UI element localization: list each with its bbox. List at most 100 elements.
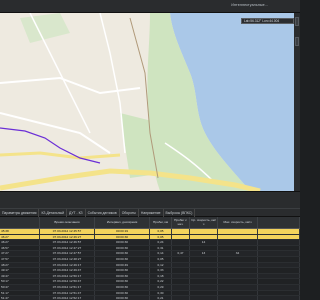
table-cell: 07.03.2012 12:52:17: [40, 296, 95, 300]
table-cell: [218, 245, 258, 251]
table-cell: 46:27: [0, 234, 40, 240]
table-cell: 07.03.2012 12:51:47: [40, 290, 95, 296]
column-header[interactable]: [258, 217, 300, 228]
table-cell: [190, 290, 218, 296]
table-cell: 00:00:19: [95, 229, 150, 234]
table-row[interactable]: 51:47 07.03.2012 12:52:17 00:00:30 0,21: [0, 296, 300, 300]
table-cell: [258, 268, 300, 273]
column-header[interactable]: Пробег с нач.: [172, 217, 190, 228]
table-header: Время окончания Интервал, дни:время Проб…: [0, 217, 300, 229]
table-cell: [190, 268, 218, 273]
table-cell: 07.03.2012 12:47:57: [40, 251, 95, 256]
table-cell: 0,14: [150, 251, 172, 256]
column-header[interactable]: Мах. скорость, км/ч: [218, 217, 258, 228]
window-title: Интеллектуальные...: [231, 3, 268, 7]
map-view[interactable]: [0, 13, 300, 191]
table-cell: [190, 296, 218, 300]
table-cell: [258, 284, 300, 290]
table-cell: 13: [190, 251, 218, 256]
table-cell: [172, 284, 190, 290]
table-cell: 00:00:30: [95, 268, 150, 273]
table-cell: 0,24: [150, 240, 172, 245]
table-cell: [172, 296, 190, 300]
table-cell: 0,05: [150, 229, 172, 234]
table-cell: 07.03.2012 12:45:57: [40, 229, 95, 234]
table-cell: [218, 296, 258, 300]
table-cell: 47:57: [0, 256, 40, 262]
tab-kz-detailed[interactable]: КЗ-Детальный: [39, 208, 67, 217]
map-canvas[interactable]: [0, 13, 300, 191]
table-cell: 00:00:49: [95, 262, 150, 268]
table-cell: [258, 240, 300, 245]
table-cell: 00:00:30: [95, 245, 150, 251]
tab-rpm[interactable]: Обороты: [120, 208, 139, 217]
table-cell: [218, 279, 258, 284]
table-cell: 50:47: [0, 284, 40, 290]
report-table: Время окончания Интервал, дни:время Проб…: [0, 217, 300, 300]
table-cell: [172, 273, 190, 279]
table-cell: [172, 268, 190, 273]
tab-emissions[interactable]: Выбросы (ВПКС): [164, 208, 196, 217]
table-cell: 07.03.2012 12:49:47: [40, 268, 95, 273]
tab-movement-params[interactable]: Параметры движения: [0, 208, 40, 217]
table-cell: 0,18: [150, 273, 172, 279]
column-header[interactable]: Интервал, дни:время: [95, 217, 150, 228]
tab-sensor-events[interactable]: События датчиков: [86, 208, 120, 217]
table-cell: [190, 256, 218, 262]
table-cell: [190, 262, 218, 268]
table-cell: [172, 229, 190, 234]
map-road: [0, 112, 111, 154]
column-header[interactable]: [0, 217, 40, 228]
table-cell: 00:00:30: [95, 240, 150, 245]
table-cell: 07.03.2012 12:51:17: [40, 284, 95, 290]
map-road: [0, 76, 141, 95]
table-cell: [218, 268, 258, 273]
tab-dut-kz[interactable]: ДУТ - КЗ: [67, 208, 86, 217]
table-cell: [218, 284, 258, 290]
table-cell: 00:00:30: [95, 290, 150, 296]
table-cell: 46:27: [0, 240, 40, 245]
table-cell: [258, 245, 300, 251]
table-cell: 0,31: [150, 245, 172, 251]
table-cell: 0,05: [150, 234, 172, 240]
column-header[interactable]: Пробег, км: [150, 217, 172, 228]
table-cell: [218, 240, 258, 245]
table-cell: [218, 229, 258, 234]
table-cell: [218, 234, 258, 240]
table-cell: [190, 273, 218, 279]
report-tabs: Параметры движения КЗ-Детальный ДУТ - КЗ…: [0, 208, 300, 217]
table-cell: 0,12: [150, 262, 172, 268]
table-cell: [172, 279, 190, 284]
table-cell: [190, 234, 218, 240]
tab-voltage[interactable]: Напряжение: [139, 208, 164, 217]
table-cell: 00:00:30: [95, 279, 150, 284]
column-header[interactable]: Ср. скорость, км/ч: [190, 217, 218, 228]
table-cell: 00:00:30: [95, 256, 150, 262]
table-cell: 48:27: [0, 262, 40, 268]
column-header[interactable]: Время окончания: [40, 217, 95, 228]
table-cell: 0,30: [150, 290, 172, 296]
table-cell: 00:00:30: [95, 251, 150, 256]
table-cell: 50:17: [0, 279, 40, 284]
coordinates-readout: Lat=56.312° Lon=44.004: [241, 18, 294, 24]
table-cell: 00:00:30: [95, 273, 150, 279]
table-cell: 49:47: [0, 273, 40, 279]
table-cell: [258, 256, 300, 262]
table-cell: 0,22: [150, 279, 172, 284]
table-cell: 49:17: [0, 268, 40, 273]
table-cell: [258, 273, 300, 279]
table-cell: 0,33: [150, 268, 172, 273]
table-cell: 00:00:30: [95, 234, 150, 240]
table-cell: [258, 234, 300, 240]
table-cell: [172, 262, 190, 268]
toolbar-button[interactable]: [295, 17, 299, 26]
status-band: [0, 191, 300, 208]
table-body: 45:38 07.03.2012 12:45:57 00:00:19 0,05 46:2…: [0, 229, 300, 300]
table-cell: [218, 290, 258, 296]
map-highway: [0, 151, 121, 160]
toolbar-button[interactable]: [295, 37, 299, 46]
table-cell: 07.03.2012 12:50:17: [40, 273, 95, 279]
table-cell: 34: [218, 251, 258, 256]
table-cell: 0,29: [150, 284, 172, 290]
table-cell: 46:57: [0, 245, 40, 251]
